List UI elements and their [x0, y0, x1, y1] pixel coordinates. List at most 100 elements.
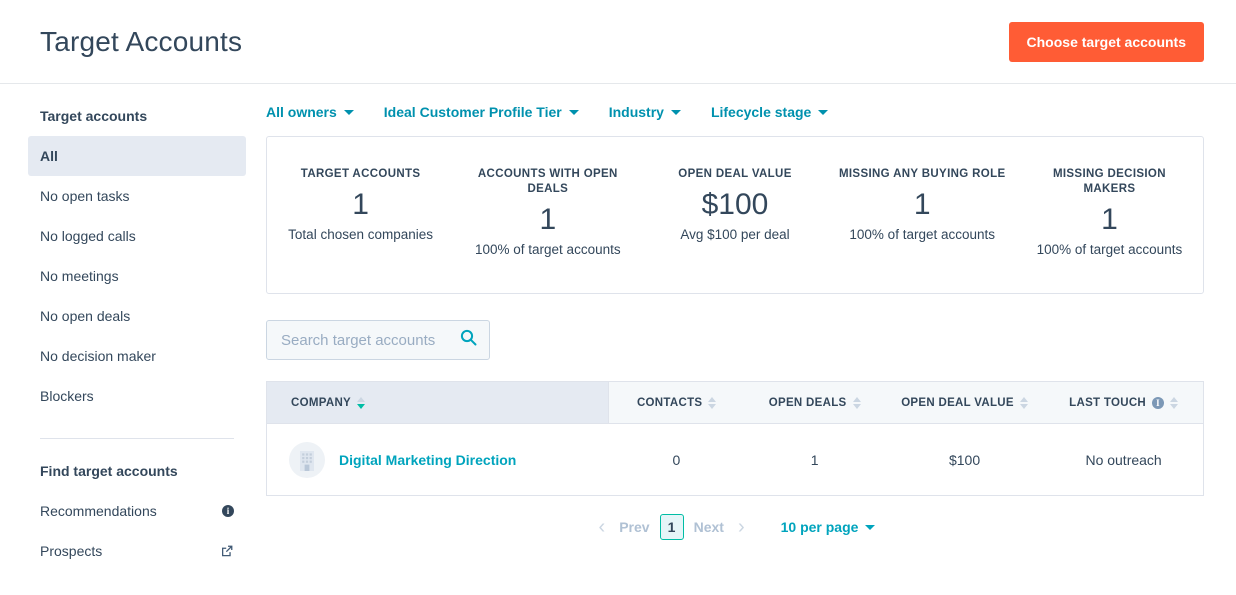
sidebar-item-prospects[interactable]: Prospects [28, 531, 246, 571]
choose-target-accounts-button[interactable]: Choose target accounts [1009, 22, 1204, 62]
stat-label: MISSING DECISION MAKERS [1026, 167, 1193, 197]
stat-value: 1 [277, 184, 444, 226]
cell-contacts: 0 [609, 424, 745, 496]
sidebar-item-no-open-tasks[interactable]: No open tasks [28, 176, 246, 216]
column-header-open-deals[interactable]: OPEN DEALS [744, 382, 885, 424]
stat-sublabel: 100% of target accounts [839, 226, 1006, 244]
sidebar-item-no-open-deals[interactable]: No open deals [28, 296, 246, 336]
column-header-label: OPEN DEALS [769, 397, 847, 409]
pagination-page-1-button[interactable]: 1 [660, 514, 684, 540]
sidebar-item-label: Recommendations [40, 500, 157, 522]
stat-missing-any-buying-role: MISSING ANY BUYING ROLE 1 100% of target… [829, 167, 1016, 259]
table-header-row: COMPANY CONTACTS OPEN DEALS [267, 382, 1204, 424]
sidebar-item-label: No logged calls [40, 225, 136, 247]
sidebar-item-all[interactable]: All [28, 136, 246, 176]
stat-target-accounts: TARGET ACCOUNTS 1 Total chosen companies [267, 167, 454, 259]
page-body: Target accounts All No open tasks No log… [0, 84, 1236, 595]
pagination: ‹ Prev 1 Next › 10 per page [266, 514, 1204, 540]
info-icon[interactable]: i [1152, 397, 1164, 409]
column-header-label: LAST TOUCH [1069, 397, 1146, 409]
filter-label: Lifecycle stage [711, 104, 811, 120]
chevron-down-icon [865, 525, 875, 530]
table-body: Digital Marketing Direction 0 1 $100 No … [267, 424, 1204, 496]
info-icon: i [222, 505, 234, 517]
stat-value: 1 [1026, 199, 1193, 241]
sidebar-item-label: No open tasks [40, 185, 130, 207]
sidebar-divider [40, 438, 234, 439]
chevron-down-icon [818, 110, 828, 115]
stat-open-deal-value: OPEN DEAL VALUE $100 Avg $100 per deal [641, 167, 828, 259]
per-page-selector[interactable]: 10 per page [781, 519, 876, 535]
chevron-down-icon [671, 110, 681, 115]
main-content: All owners Ideal Customer Profile Tier I… [266, 84, 1236, 595]
sidebar-find-list: Recommendations i Prospects [40, 491, 234, 571]
filter-lifecycle-stage[interactable]: Lifecycle stage [711, 104, 828, 120]
cell-open-deal-value: $100 [885, 424, 1044, 496]
stat-label: TARGET ACCOUNTS [277, 167, 444, 182]
stat-label: ACCOUNTS WITH OPEN DEALS [464, 167, 631, 197]
sidebar-item-label: No open deals [40, 305, 130, 327]
search-icon[interactable] [460, 329, 477, 351]
column-header-label: COMPANY [291, 397, 351, 409]
sort-arrows-icon[interactable] [1170, 397, 1178, 409]
column-header-label: CONTACTS [637, 397, 702, 409]
external-link-icon [220, 544, 234, 558]
stat-label: OPEN DEAL VALUE [651, 167, 818, 182]
sidebar-item-blockers[interactable]: Blockers [28, 376, 246, 416]
stats-summary-card: TARGET ACCOUNTS 1 Total chosen companies… [266, 136, 1204, 294]
filter-all-owners[interactable]: All owners [266, 104, 354, 120]
cell-company: Digital Marketing Direction [267, 424, 609, 496]
filter-bar: All owners Ideal Customer Profile Tier I… [266, 104, 1204, 136]
company-name-link[interactable]: Digital Marketing Direction [339, 452, 516, 468]
sidebar-item-no-meetings[interactable]: No meetings [28, 256, 246, 296]
filter-label: Industry [609, 104, 664, 120]
sidebar-item-label: No meetings [40, 265, 119, 287]
filter-industry[interactable]: Industry [609, 104, 681, 120]
cell-last-touch: No outreach [1044, 424, 1203, 496]
sidebar-view-list: All No open tasks No logged calls No mee… [40, 136, 234, 416]
page-header: Target Accounts Choose target accounts [0, 0, 1236, 84]
column-header-open-deal-value[interactable]: OPEN DEAL VALUE [885, 382, 1044, 424]
sidebar-item-label: No decision maker [40, 345, 156, 367]
stat-sublabel: 100% of target accounts [1026, 241, 1193, 259]
column-header-label: OPEN DEAL VALUE [901, 397, 1014, 409]
sidebar-item-no-logged-calls[interactable]: No logged calls [28, 216, 246, 256]
sidebar: Target accounts All No open tasks No log… [0, 84, 266, 595]
stat-label: MISSING ANY BUYING ROLE [839, 167, 1006, 182]
chevron-down-icon [569, 110, 579, 115]
filter-label: All owners [266, 104, 337, 120]
column-header-contacts[interactable]: CONTACTS [609, 382, 745, 424]
cell-open-deals: 1 [744, 424, 885, 496]
pagination-next-arrow-icon[interactable]: › [734, 517, 749, 537]
sort-arrows-icon[interactable] [1020, 397, 1028, 409]
stat-value: 1 [839, 184, 1006, 226]
sidebar-item-label: Prospects [40, 540, 102, 562]
sidebar-item-recommendations[interactable]: Recommendations i [28, 491, 246, 531]
pagination-prev-arrow-icon[interactable]: ‹ [595, 517, 610, 537]
sidebar-item-label: Blockers [40, 385, 94, 407]
column-header-company[interactable]: COMPANY [267, 382, 609, 424]
filter-icp-tier[interactable]: Ideal Customer Profile Tier [384, 104, 579, 120]
table-header: COMPANY CONTACTS OPEN DEALS [267, 382, 1204, 424]
page-title: Target Accounts [40, 26, 1009, 58]
sort-arrows-icon[interactable] [357, 397, 365, 409]
target-accounts-table: COMPANY CONTACTS OPEN DEALS [266, 381, 1204, 496]
sort-arrows-icon[interactable] [708, 397, 716, 409]
sidebar-item-label: All [40, 145, 58, 167]
chevron-down-icon [344, 110, 354, 115]
filter-label: Ideal Customer Profile Tier [384, 104, 562, 120]
search-input[interactable] [281, 332, 460, 349]
column-header-last-touch[interactable]: LAST TOUCH i [1044, 382, 1203, 424]
table-row[interactable]: Digital Marketing Direction 0 1 $100 No … [267, 424, 1204, 496]
stat-accounts-with-open-deals: ACCOUNTS WITH OPEN DEALS 1 100% of targe… [454, 167, 641, 259]
pagination-next-button[interactable]: Next [694, 519, 724, 535]
search-box[interactable] [266, 320, 490, 360]
sidebar-section-find-accounts-heading: Find target accounts [40, 463, 234, 479]
sort-arrows-icon[interactable] [853, 397, 861, 409]
sidebar-item-no-decision-maker[interactable]: No decision maker [28, 336, 246, 376]
pagination-prev-button[interactable]: Prev [619, 519, 649, 535]
stat-sublabel: Avg $100 per deal [651, 226, 818, 244]
stat-sublabel: 100% of target accounts [464, 241, 631, 259]
sidebar-section-target-accounts-heading: Target accounts [40, 108, 234, 124]
stat-value: $100 [651, 184, 818, 226]
